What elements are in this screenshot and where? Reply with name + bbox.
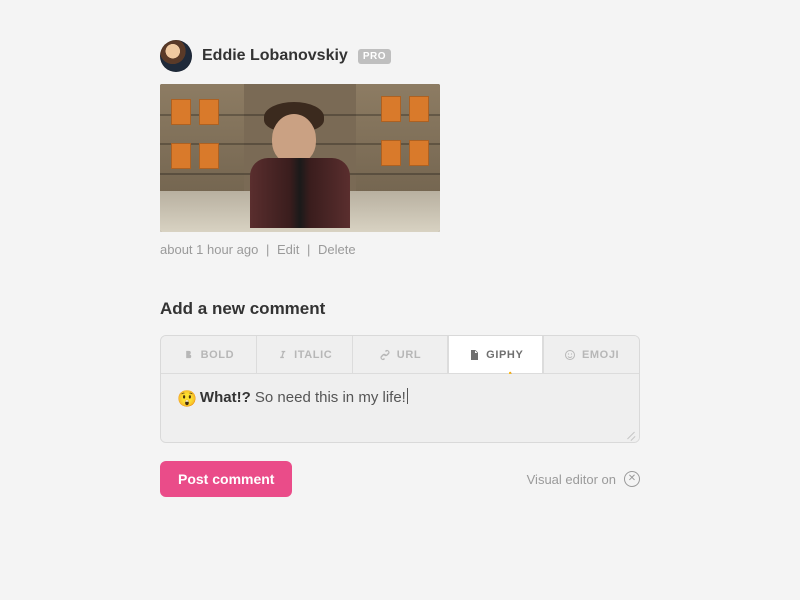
separator: | bbox=[307, 242, 310, 257]
text-caret bbox=[407, 388, 408, 404]
pro-badge: PRO bbox=[358, 49, 391, 64]
italic-button[interactable]: ITALIC bbox=[257, 336, 353, 374]
visual-toggle-label: Visual editor on bbox=[527, 472, 616, 487]
file-icon bbox=[468, 349, 480, 361]
post-header: Eddie Lobanovskiy PRO bbox=[160, 40, 640, 72]
comment-input[interactable]: 😲What!? So need this in my life! bbox=[161, 374, 639, 442]
italic-icon bbox=[276, 349, 288, 361]
close-icon: ✕ bbox=[624, 471, 640, 487]
bold-icon bbox=[183, 349, 195, 361]
separator: | bbox=[266, 242, 269, 257]
avatar[interactable] bbox=[160, 40, 192, 72]
resize-handle[interactable] bbox=[625, 428, 637, 440]
comment-editor: BOLD ITALIC URL GIPHY 👆 EMOJI 😲What!? So… bbox=[160, 335, 640, 443]
post-timestamp: about 1 hour ago bbox=[160, 242, 258, 257]
bold-label: BOLD bbox=[201, 349, 235, 361]
post-comment-button[interactable]: Post comment bbox=[160, 461, 292, 497]
giphy-label: GIPHY bbox=[486, 349, 523, 361]
post-image[interactable] bbox=[160, 84, 440, 232]
giphy-button[interactable]: GIPHY 👆 bbox=[448, 336, 544, 374]
input-bold-part: What!? bbox=[200, 389, 251, 406]
post-meta: about 1 hour ago | Edit | Delete bbox=[160, 242, 640, 257]
italic-label: ITALIC bbox=[294, 349, 332, 361]
emoji-label: EMOJI bbox=[582, 349, 619, 361]
url-button[interactable]: URL bbox=[353, 336, 449, 374]
edit-link[interactable]: Edit bbox=[277, 242, 299, 257]
editor-toolbar: BOLD ITALIC URL GIPHY 👆 EMOJI bbox=[161, 336, 639, 374]
input-emoji: 😲 bbox=[177, 391, 197, 408]
smile-icon bbox=[564, 349, 576, 361]
url-label: URL bbox=[397, 349, 421, 361]
bold-button[interactable]: BOLD bbox=[161, 336, 257, 374]
delete-link[interactable]: Delete bbox=[318, 242, 356, 257]
input-text-part: So need this in my life! bbox=[251, 389, 406, 406]
emoji-button[interactable]: EMOJI bbox=[544, 336, 639, 374]
link-icon bbox=[379, 349, 391, 361]
author-name[interactable]: Eddie Lobanovskiy bbox=[202, 47, 348, 65]
add-comment-title: Add a new comment bbox=[160, 299, 640, 319]
visual-editor-toggle[interactable]: Visual editor on ✕ bbox=[527, 471, 640, 487]
